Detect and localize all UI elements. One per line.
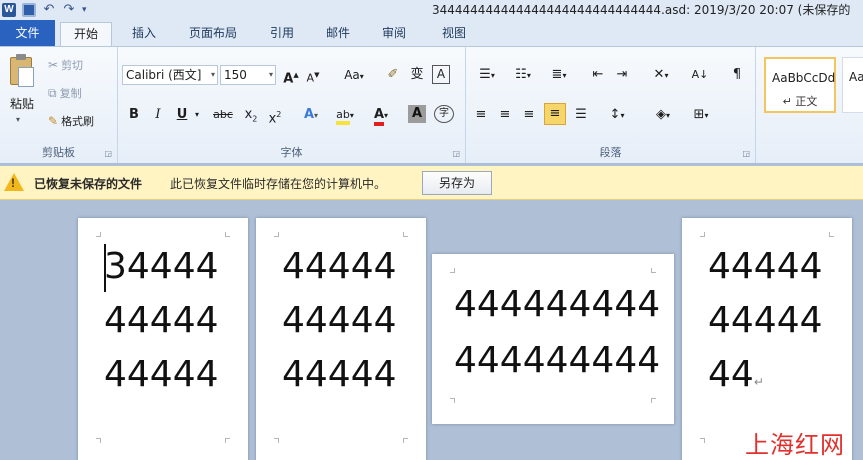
tab-review[interactable]: 审阅 — [372, 22, 416, 46]
customize-toolbar-chevron-icon[interactable]: ▾ — [82, 5, 87, 15]
page-2[interactable]: 44444 44444 44444 — [256, 218, 426, 460]
font-group-label: 字体 — [280, 146, 303, 159]
quick-access-toolbar: W ↶ ↷ ▾ — [0, 0, 87, 20]
watermark: 上海红网 — [745, 431, 845, 459]
italic-button[interactable]: I — [150, 105, 166, 125]
shading-icon[interactable]: ◈▾ — [648, 105, 678, 125]
paste-label: 粘贴 — [9, 97, 34, 111]
format-painter-button[interactable]: ✎ 格式刷 — [48, 113, 94, 129]
text-line: 44444 — [708, 246, 823, 287]
page-4[interactable]: 44444 44444 44↵ — [682, 218, 852, 460]
text-cursor — [104, 244, 106, 292]
multilevel-list-icon[interactable]: ≣▾ — [544, 65, 574, 85]
cut-button[interactable]: ✂ 剪切 — [48, 57, 83, 73]
ribbon-tab-bar: 文件 开始 插入 页面布局 引用 邮件 审阅 视图 — [0, 20, 863, 46]
bullets-icon[interactable]: ☰▾ — [472, 65, 502, 85]
clipboard-launcher-icon[interactable]: ◲ — [104, 149, 112, 158]
paragraph-launcher-icon[interactable]: ◲ — [742, 149, 750, 158]
justify-icon[interactable]: ≡ — [544, 103, 566, 125]
copy-icon: ⧉ — [48, 85, 57, 100]
highlight-button[interactable]: ab▾ — [330, 105, 360, 125]
enclose-characters-button[interactable]: 字 — [434, 105, 454, 123]
tab-view[interactable]: 视图 — [432, 22, 476, 46]
tab-mailings[interactable]: 邮件 — [316, 22, 360, 46]
font-launcher-icon[interactable]: ◲ — [452, 149, 460, 158]
save-as-button[interactable]: 另存为 — [422, 171, 492, 195]
copy-button[interactable]: ⧉ 复制 — [48, 85, 82, 101]
shrink-font-button[interactable]: A▼ — [304, 65, 322, 85]
tab-home[interactable]: 开始 — [60, 22, 112, 46]
character-shading-button[interactable]: A — [408, 105, 426, 123]
text-line: 44444 — [104, 354, 219, 395]
brush-icon: ✎ — [48, 114, 59, 128]
subscript-button[interactable]: x2 — [242, 105, 260, 125]
paste-dropdown-icon[interactable]: ▾ — [16, 115, 20, 124]
underline-button[interactable]: U — [174, 105, 190, 125]
text-line: 44444 — [104, 300, 219, 341]
style-normal[interactable]: AaBbCcDd ↵ 正文 — [764, 57, 836, 113]
tab-page-layout[interactable]: 页面布局 — [178, 22, 248, 46]
font-color-button[interactable]: A▾ — [368, 105, 394, 126]
recovery-message-bar: ! 已恢复未保存的文件 此已恢复文件临时存储在您的计算机中。 另存为 — [0, 166, 863, 200]
style-no-spacing[interactable]: Aa — [842, 57, 863, 113]
scissors-icon: ✂ — [48, 58, 59, 72]
borders-icon[interactable]: ⊞▾ — [686, 105, 716, 125]
decrease-indent-icon[interactable]: ⇤ — [588, 65, 608, 85]
increase-indent-icon[interactable]: ⇥ — [612, 65, 632, 85]
line-spacing-icon[interactable]: ↕▾ — [602, 105, 632, 125]
text-line: 44444 — [282, 246, 397, 287]
phonetic-guide-button[interactable]: 变 — [408, 65, 426, 85]
font-group: Calibri (西文] ▾ 150 ▾ A▲ A▼ Aa▾ ✐ 变 A B I U… — [118, 47, 466, 163]
undo-icon[interactable]: ↶ — [42, 3, 56, 17]
text-line: 44444 — [282, 354, 397, 395]
grow-font-button[interactable]: A▲ — [282, 65, 300, 86]
text-line: 444444444 — [454, 284, 661, 325]
strikethrough-button[interactable]: abc — [210, 105, 236, 125]
chevron-down-icon: ▾ — [268, 70, 273, 79]
message-title: 已恢复未保存的文件 — [34, 177, 143, 191]
tab-references[interactable]: 引用 — [260, 22, 304, 46]
align-left-icon[interactable]: ≡ — [472, 105, 490, 125]
text-line: 44↵ — [708, 354, 764, 395]
text-line: 44444 — [282, 300, 397, 341]
clipboard-group-label: 剪贴板 — [42, 146, 75, 159]
message-text: 此已恢复文件临时存储在您的计算机中。 — [170, 177, 387, 191]
underline-dropdown-icon[interactable]: ▾ — [192, 105, 202, 125]
align-center-icon[interactable]: ≡ — [496, 105, 514, 125]
chinese-layout-icon[interactable]: ✕▾ — [646, 65, 676, 85]
tab-insert[interactable]: 插入 — [122, 22, 166, 46]
text-line: 444444444 — [454, 340, 661, 381]
paragraph-group: ☰▾ ☷▾ ≣▾ ⇤ ⇥ ✕▾ A↓ ¶ ≡ ≡ ≡ ≡ ☰ ↕▾ ◈▾ ⊞▾ … — [466, 47, 756, 163]
character-border-button[interactable]: A — [432, 65, 450, 84]
clear-format-icon[interactable]: ✐ — [384, 65, 402, 85]
warning-icon: ! — [4, 173, 24, 191]
text-effects-button[interactable]: A▾ — [300, 105, 322, 125]
ribbon-home: 粘贴 ▾ ✂ 剪切 ⧉ 复制 ✎ 格式刷 剪贴板 ◲ Calibri (西文] ▾… — [0, 46, 863, 164]
superscript-button[interactable]: x2 — [266, 105, 284, 126]
paragraph-group-label: 段落 — [599, 146, 622, 159]
word-app-icon[interactable]: W — [2, 3, 16, 17]
sort-button[interactable]: A↓ — [688, 65, 712, 85]
page-3[interactable]: 444444444 444444444 — [432, 254, 674, 424]
numbering-icon[interactable]: ☷▾ — [508, 65, 538, 85]
redo-icon[interactable]: ↷ — [62, 3, 76, 17]
text-line: 34444 — [104, 246, 219, 287]
tab-file[interactable]: 文件 — [0, 20, 55, 46]
clipboard-group: 粘贴 ▾ ✂ 剪切 ⧉ 复制 ✎ 格式刷 剪贴板 ◲ — [0, 47, 118, 163]
document-title: 344444444444444444444444444444.asd: 2019… — [432, 3, 851, 17]
paste-button[interactable]: 粘贴 ▾ — [4, 53, 40, 129]
save-icon[interactable] — [22, 3, 36, 17]
text-line: 44444 — [708, 300, 823, 341]
distributed-icon[interactable]: ☰ — [572, 105, 590, 125]
bold-button[interactable]: B — [126, 105, 142, 125]
font-size-combo[interactable]: 150 ▾ — [220, 65, 276, 85]
align-right-icon[interactable]: ≡ — [520, 105, 538, 125]
change-case-button[interactable]: Aa▾ — [340, 65, 368, 85]
chevron-down-icon: ▾ — [210, 70, 215, 79]
font-family-combo[interactable]: Calibri (西文] ▾ — [122, 65, 218, 85]
title-bar: W ↶ ↷ ▾ 344444444444444444444444444444.a… — [0, 0, 863, 20]
show-marks-button[interactable]: ¶ — [728, 65, 746, 85]
paragraph-mark-icon: ↵ — [753, 375, 764, 389]
